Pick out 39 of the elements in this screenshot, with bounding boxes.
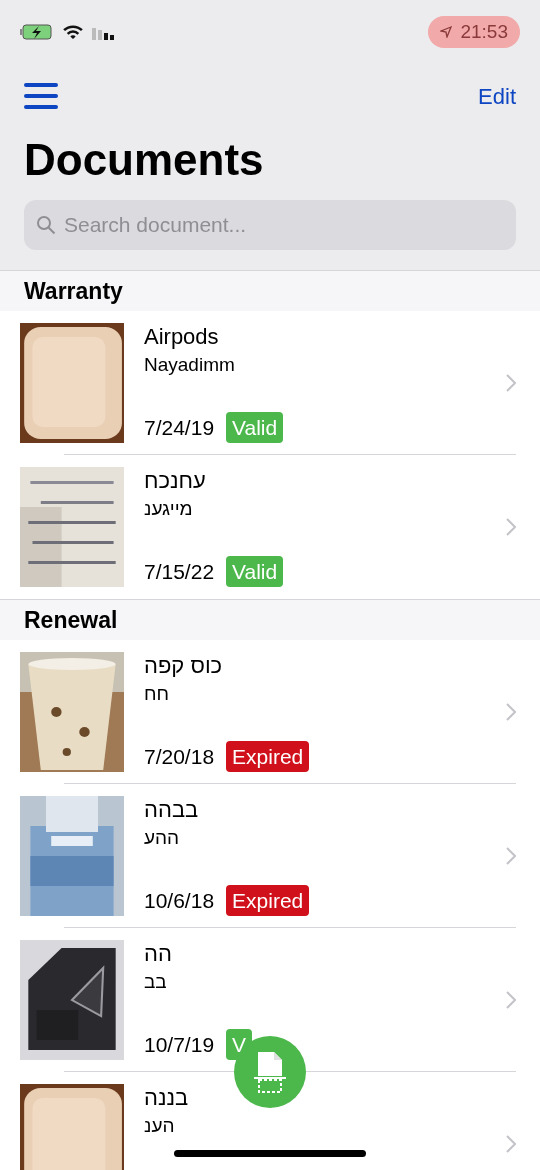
chevron-icon [506, 518, 516, 536]
chevron-icon [506, 1135, 516, 1153]
wifi-icon [62, 24, 84, 40]
document-title: עחנכח [144, 467, 207, 495]
document-title: בננה [144, 1084, 190, 1112]
store-name: ההע [144, 826, 181, 850]
document-date: 10/6/18 [144, 887, 215, 914]
document-date: 10/7/19 [144, 1031, 215, 1058]
store-name: בב [144, 970, 168, 994]
store-name: הענ [144, 1114, 176, 1138]
document-title: הה [144, 940, 173, 968]
menu-button[interactable] [24, 81, 58, 111]
document-title: בבהה [144, 796, 200, 824]
page-title: Documents [23, 134, 265, 186]
store-name: חח [144, 682, 170, 706]
document-date: 7/24/19 [144, 414, 215, 441]
edit-button[interactable]: Edit [478, 79, 516, 113]
chevron-icon [506, 991, 516, 1009]
search-field[interactable]: Search document... [24, 200, 516, 250]
battery-charging-icon [20, 24, 54, 40]
store-name: מייגענ [144, 497, 194, 521]
section-header: Warranty [24, 276, 123, 306]
status-badge: Expired [226, 740, 310, 772]
status-badge: Valid [226, 411, 284, 443]
section-header: Renewal [24, 605, 118, 635]
status-time: 21:53 [460, 19, 508, 44]
document-date: 7/15/22 [144, 558, 215, 585]
store-name: Nayadimm [144, 353, 236, 377]
chevron-icon [506, 374, 516, 392]
search-icon [36, 215, 56, 235]
scan-document-icon [252, 1050, 288, 1094]
status-badge: Valid [226, 555, 284, 587]
status-badge: Expired [226, 884, 310, 916]
location-arrow-icon [440, 26, 453, 38]
document-date: 7/20/18 [144, 743, 215, 770]
document-title: Airpods [144, 323, 220, 351]
document-title: כוס קפה [144, 652, 224, 680]
chevron-icon [506, 847, 516, 865]
chevron-icon [506, 703, 516, 721]
